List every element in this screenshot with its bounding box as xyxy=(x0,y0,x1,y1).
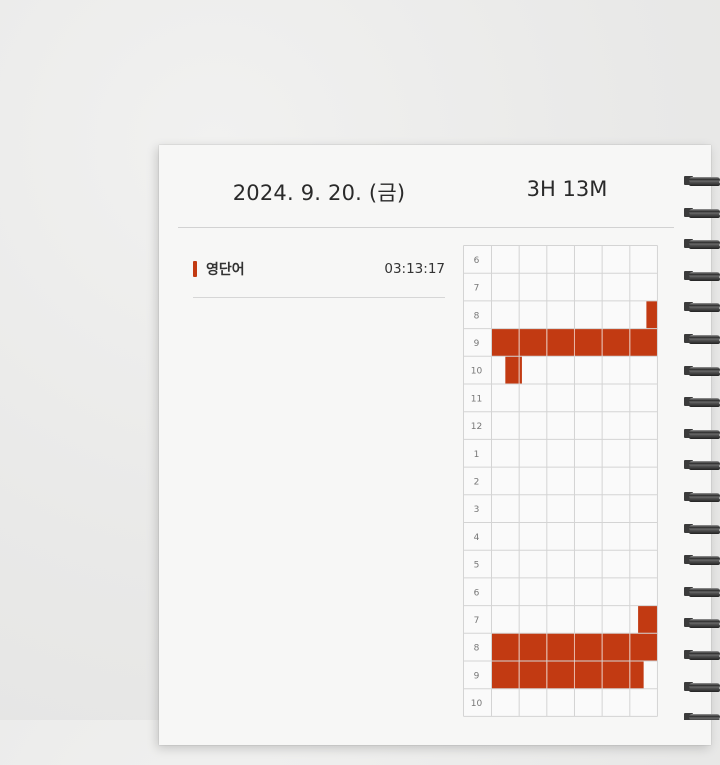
binding-wire-shadow xyxy=(689,624,720,629)
spiral-ring xyxy=(683,648,720,662)
hour-label: 9 xyxy=(474,671,480,681)
spiral-ring xyxy=(683,237,720,251)
subject-color-marker xyxy=(193,261,197,277)
spiral-ring xyxy=(683,300,720,314)
binding-wire-shadow xyxy=(689,466,720,471)
spiral-ring xyxy=(683,711,720,720)
hour-label: 12 xyxy=(471,422,482,432)
hour-label: 3 xyxy=(474,505,480,515)
hour-label: 2 xyxy=(474,477,480,487)
binding-wire-shadow xyxy=(689,371,720,376)
binding-wire-shadow xyxy=(689,434,720,439)
binding-wire-shadow xyxy=(689,656,720,660)
binding-wire-shadow xyxy=(689,403,720,408)
hour-label: 8 xyxy=(474,311,480,321)
subject-time: 03:13:17 xyxy=(384,261,445,277)
binding-wire-shadow xyxy=(689,182,720,186)
timetable-grid: 6 7 8 9 10 11 12 1 2 3 4 5 6 7 8 9 10 xyxy=(463,245,659,765)
spiral-ring xyxy=(683,458,720,472)
hour-label: 1 xyxy=(474,450,480,460)
hour-label: 11 xyxy=(471,394,482,404)
hour-label: 10 xyxy=(471,367,483,377)
binding-wire-shadow xyxy=(689,245,720,250)
spiral-ring xyxy=(683,174,720,188)
hour-label: 6 xyxy=(474,256,480,266)
study-session-block xyxy=(646,300,658,329)
hour-label: 6 xyxy=(474,588,480,598)
spiral-ring xyxy=(683,332,720,346)
spiral-ring xyxy=(683,269,720,283)
spiral-ring xyxy=(683,553,720,567)
spiral-ring xyxy=(683,616,720,630)
spiral-ring xyxy=(683,680,720,694)
timetable-svg: 678910111212345678910 xyxy=(463,245,658,717)
hour-label: 10 xyxy=(471,699,483,709)
hour-label: 8 xyxy=(474,644,480,654)
spiral-ring xyxy=(683,206,720,220)
hour-label: 9 xyxy=(474,339,480,349)
subject-row[interactable]: 영단어 03:13:17 xyxy=(193,257,445,298)
header-divider xyxy=(178,227,674,228)
binding-wire-shadow xyxy=(689,561,720,566)
study-session-block xyxy=(491,661,644,689)
spiral-ring xyxy=(683,522,720,536)
spiral-ring xyxy=(683,395,720,409)
spiral-ring xyxy=(683,364,720,378)
spiral-ring xyxy=(683,585,720,599)
binding-wire-shadow xyxy=(689,529,720,534)
hour-label: 7 xyxy=(474,284,480,294)
subject-name: 영단어 xyxy=(206,262,245,278)
hour-label: 7 xyxy=(474,616,480,626)
spiral-ring xyxy=(683,490,720,504)
spiral-binding xyxy=(683,174,720,720)
study-session-block xyxy=(638,605,658,634)
binding-wire-shadow xyxy=(689,308,720,313)
hour-label: 5 xyxy=(474,561,480,571)
binding-wire-shadow xyxy=(689,213,720,218)
planner-page: 2024. 9. 20. (금) 3H 13M 영단어 03:13:17 6 7 8… xyxy=(159,145,711,745)
binding-wire-shadow xyxy=(689,687,720,692)
binding-wire-shadow xyxy=(689,498,720,502)
spiral-ring xyxy=(683,427,720,441)
binding-wire-shadow xyxy=(689,340,720,344)
hour-label: 4 xyxy=(474,533,480,543)
binding-wire-shadow xyxy=(689,592,720,597)
binding-wire-shadow xyxy=(689,276,720,281)
total-study-time: 3H 13M xyxy=(526,177,608,201)
page-date: 2024. 9. 20. (금) xyxy=(232,181,406,205)
